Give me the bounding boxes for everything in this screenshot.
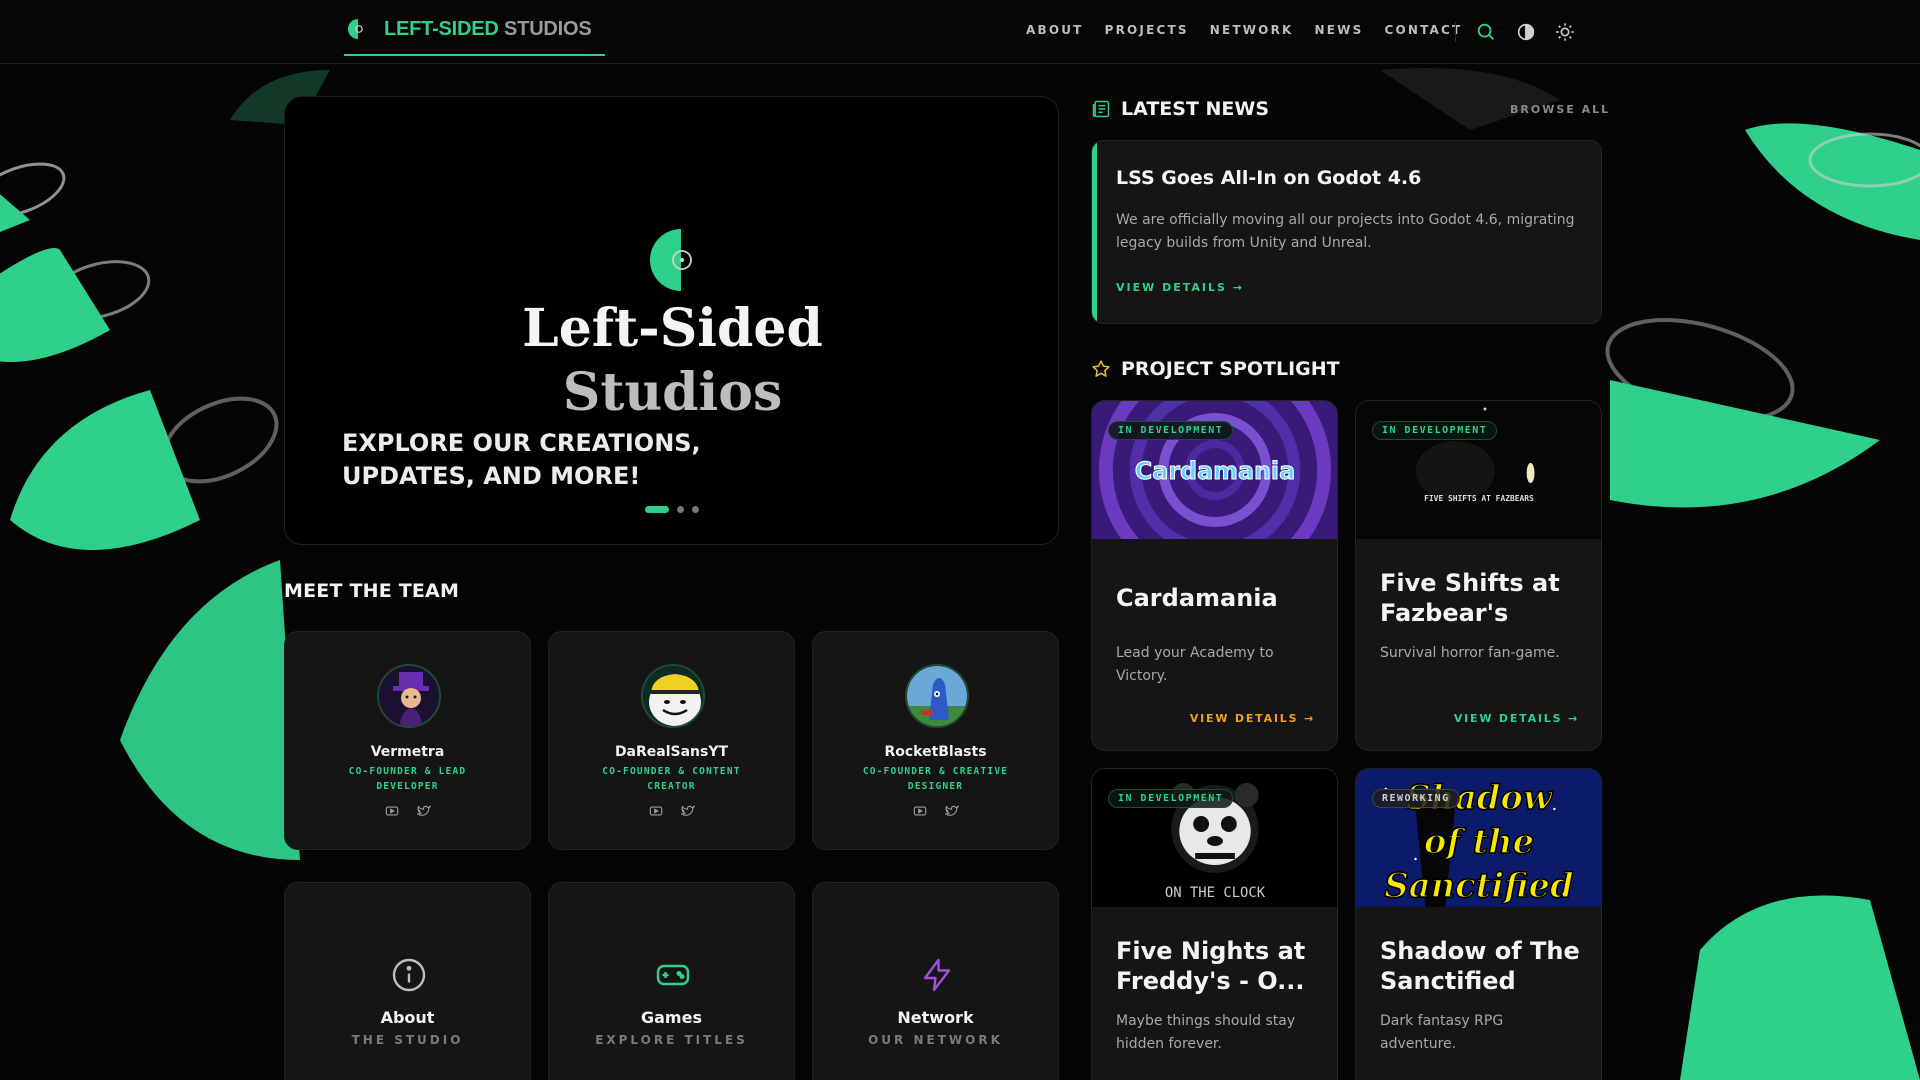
nav-network[interactable]: NETWORK	[1210, 23, 1294, 37]
star-icon	[1092, 360, 1110, 377]
browse-all-link[interactable]: BROWSE ALL	[1510, 103, 1610, 116]
project-description: Lead your Academy to Victory.	[1116, 645, 1274, 684]
project-description: Maybe things should stay hidden forever.	[1116, 1013, 1296, 1052]
news-heading: LATEST NEWS	[1121, 98, 1270, 120]
nav-contact[interactable]: CONTACT	[1384, 23, 1462, 37]
hero-logo-icon	[650, 229, 692, 291]
hero-title: Left-Sided Studios	[285, 297, 1060, 425]
avatar	[905, 664, 969, 728]
brand-secondary: STUDIOS	[504, 17, 592, 40]
search-icon[interactable]	[1475, 21, 1497, 43]
project-title: Shadow of The Sanctified	[1380, 937, 1580, 995]
member-socials	[549, 804, 794, 818]
news-accent-bar	[1092, 141, 1097, 323]
about-card-subtitle: THE STUDIO	[351, 1033, 464, 1047]
twitter-icon[interactable]	[944, 804, 959, 818]
gamepad-icon	[656, 964, 690, 986]
member-role: CO-FOUNDER & LEAD DEVELOPER	[348, 766, 467, 792]
hero-subtitle: EXPLORE OUR CREATIONS, UPDATES, AND MORE…	[342, 429, 701, 490]
team-card-vermetra[interactable]: Vermetra CO-FOUNDER & LEAD DEVELOPER	[284, 631, 531, 850]
about-card[interactable]: About THE STUDIO	[284, 882, 531, 1080]
hero-title-line1: Left-Sided	[522, 298, 823, 359]
project-card-cardamania[interactable]: Cardamania IN DEVELOPMENT Cardamania Lea…	[1091, 400, 1338, 751]
project-title: Five Nights at Freddy's - O...	[1116, 937, 1306, 995]
carousel-dot-1[interactable]	[645, 506, 669, 513]
nav-links: ABOUT PROJECTS NETWORK NEWS CONTACT	[1026, 23, 1462, 37]
network-card-title: Network	[897, 1008, 974, 1027]
hero-carousel: Left-Sided Studios EXPLORE OUR CREATIONS…	[284, 96, 1059, 545]
project-title: Five Shifts at Fazbear's	[1380, 569, 1560, 627]
nav-about[interactable]: ABOUT	[1026, 23, 1084, 37]
team-card-rocketblasts[interactable]: RocketBlasts CO-FOUNDER & CREATIVE DESIG…	[812, 631, 1059, 850]
news-card[interactable]: LSS Goes All-In on Godot 4.6 We are offi…	[1091, 140, 1602, 324]
brand-primary: LEFT-SIDED	[384, 17, 499, 40]
project-description: Survival horror fan-game.	[1380, 645, 1560, 661]
status-badge: IN DEVELOPMENT	[1372, 421, 1498, 440]
member-socials	[813, 804, 1058, 818]
news-title: LSS Goes All-In on Godot 4.6	[1116, 167, 1422, 189]
project-card-shadow-sanctified[interactable]: Shadow of the Sanctified REWORKING Shado…	[1355, 768, 1602, 1080]
games-card-subtitle: EXPLORE TITLES	[595, 1033, 748, 1047]
lightning-icon	[923, 958, 951, 992]
member-role: CO-FOUNDER & CONTENT CREATOR	[602, 766, 741, 792]
carousel-dot-2[interactable]	[677, 506, 684, 513]
status-badge: REWORKING	[1372, 789, 1460, 808]
thumb-text: ON THE CLOCK	[1165, 885, 1266, 901]
status-badge: IN DEVELOPMENT	[1108, 421, 1234, 440]
team-heading: MEET THE TEAM	[284, 580, 460, 602]
brand-name: LEFT-SIDED STUDIOS	[384, 18, 592, 41]
avatar	[377, 664, 441, 728]
news-view-details-link[interactable]: VIEW DETAILS →	[1116, 281, 1244, 294]
project-description: Dark fantasy RPG adventure.	[1380, 1013, 1504, 1052]
team-card-darealsansyt[interactable]: DaRealSansYT CO-FOUNDER & CONTENT CREATO…	[548, 631, 795, 850]
games-card[interactable]: Games EXPLORE TITLES	[548, 882, 795, 1080]
member-role: CO-FOUNDER & CREATIVE DESIGNER	[862, 766, 1009, 792]
brand-home-link[interactable]: LEFT-SIDED STUDIOS	[344, 14, 605, 56]
network-card[interactable]: Network OUR NETWORK	[812, 882, 1059, 1080]
member-name: RocketBlasts	[884, 744, 987, 760]
contrast-icon[interactable]	[1515, 21, 1537, 43]
svg-text:Sanctified: Sanctified	[1384, 865, 1573, 905]
status-badge: IN DEVELOPMENT	[1108, 789, 1234, 808]
project-card-fnaf-on-the-clock[interactable]: ON THE CLOCK IN DEVELOPMENT Five Nights …	[1091, 768, 1338, 1080]
youtube-icon[interactable]	[649, 804, 663, 818]
info-icon	[392, 958, 426, 992]
nav-divider	[1455, 22, 1456, 42]
member-name: DaRealSansYT	[614, 744, 729, 760]
top-navbar: LEFT-SIDED STUDIOS ABOUT PROJECTS NETWOR…	[0, 0, 1920, 64]
brand-logo-icon	[348, 19, 363, 39]
news-heading-row: LATEST NEWS	[1091, 98, 1269, 120]
thumb-text: FIVE SHIFTS AT FAZBEARS	[1424, 494, 1534, 503]
spotlight-heading-row: PROJECT SPOTLIGHT	[1091, 358, 1340, 380]
about-card-title: About	[380, 1008, 435, 1027]
newspaper-icon	[1092, 100, 1110, 118]
news-body: We are officially moving all our project…	[1116, 212, 1575, 251]
carousel-dot-3[interactable]	[692, 506, 699, 513]
svg-text:of the: of the	[1424, 821, 1534, 861]
hero-title-line2: Studios	[562, 362, 783, 423]
youtube-icon[interactable]	[913, 804, 927, 818]
nav-news[interactable]: NEWS	[1315, 23, 1364, 37]
twitter-icon[interactable]	[680, 804, 695, 818]
project-card-five-shifts[interactable]: FIVE SHIFTS AT FAZBEARS IN DEVELOPMENT F…	[1355, 400, 1602, 751]
games-card-title: Games	[641, 1008, 702, 1027]
avatar	[641, 664, 705, 728]
carousel-dots	[645, 506, 699, 513]
thumb-text: Cardamania	[1135, 457, 1295, 485]
network-card-subtitle: OUR NETWORK	[868, 1033, 1003, 1047]
project-view-details-link[interactable]: VIEW DETAILS →	[1454, 712, 1579, 725]
project-view-details-link[interactable]: VIEW DETAILS →	[1190, 712, 1315, 725]
sun-icon[interactable]	[1554, 21, 1576, 43]
member-name: Vermetra	[370, 744, 445, 760]
spotlight-heading: PROJECT SPOTLIGHT	[1121, 358, 1340, 380]
member-socials	[285, 804, 530, 818]
youtube-icon[interactable]	[385, 804, 399, 818]
twitter-icon[interactable]	[416, 804, 431, 818]
project-title: Cardamania	[1116, 584, 1278, 612]
nav-projects[interactable]: PROJECTS	[1105, 23, 1189, 37]
